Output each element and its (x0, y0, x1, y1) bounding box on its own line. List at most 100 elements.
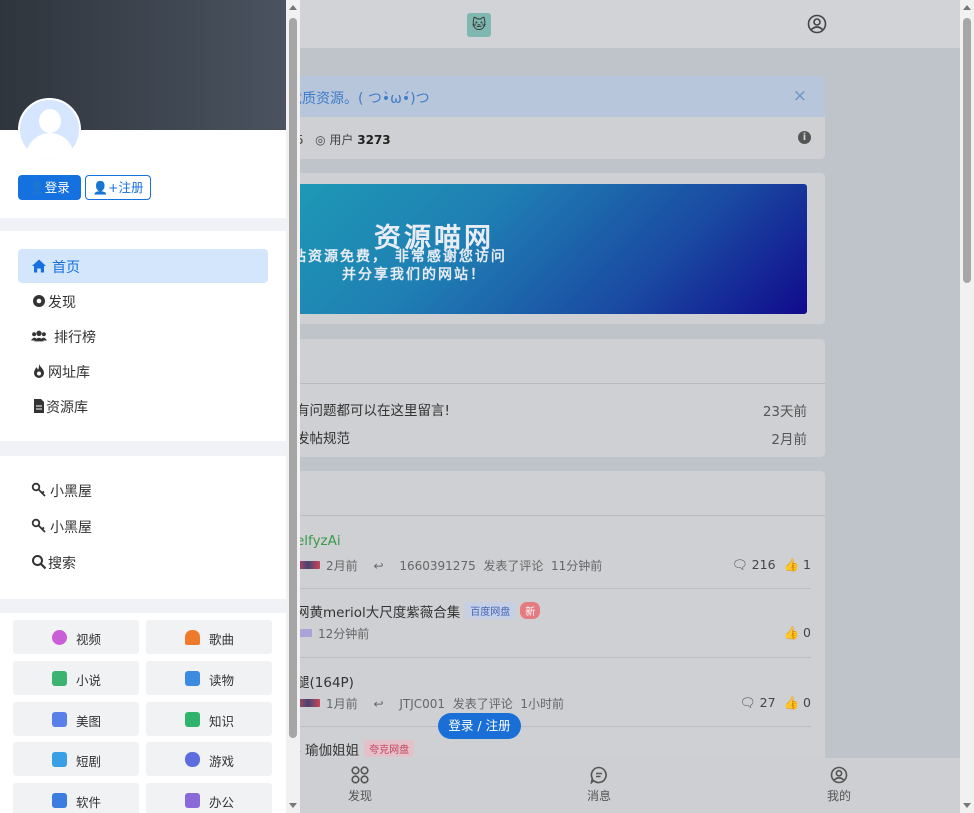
category-games[interactable]: 游戏 (146, 742, 272, 776)
category-songs[interactable]: 歌曲 (146, 620, 272, 654)
banner-subtitle: 站资源免费， 非常感谢您访问 (292, 249, 507, 265)
close-icon[interactable]: × (793, 86, 807, 106)
user-count-value: 3273 (357, 133, 391, 147)
register-button[interactable]: 👤+注册 (85, 175, 151, 200)
scroll-down-icon[interactable] (963, 803, 971, 808)
comment-count: 27 (759, 695, 776, 710)
divider (296, 657, 811, 658)
pinned-posts-card: 有问题都可以在这里留言! 23天前 发帖规范 2月前 (286, 339, 825, 457)
nav-item-blackroom[interactable]: 小黑屋 (18, 509, 268, 543)
divider (296, 726, 811, 727)
user-circle-icon[interactable] (807, 14, 827, 34)
register-label: 注册 (118, 180, 144, 195)
avatar[interactable] (18, 98, 81, 161)
category-office[interactable]: 办公 (146, 783, 272, 813)
pinned-post[interactable]: 有问题都可以在这里留言! 23天前 (286, 399, 825, 421)
post-title[interactable]: 网黄meriol大尺度紫薇合集 百度网盘新 (296, 601, 541, 621)
netdisk-tag: 百度网盘 (465, 602, 516, 619)
reply-icon: ↩ (373, 697, 384, 711)
post-stats: 👍 0 (783, 625, 811, 641)
scroll-down-icon[interactable] (289, 803, 297, 808)
post-title-text: 网黄meriol大尺度紫薇合集 (296, 605, 461, 621)
headphones-icon (185, 630, 200, 645)
divider (286, 383, 825, 384)
like-icon[interactable]: 👍 (783, 625, 799, 640)
post-title[interactable]: elfyzAi (296, 533, 341, 549)
login-button[interactable]: 👤登录 (18, 175, 81, 200)
like-count: 0 (803, 625, 811, 640)
category-video[interactable]: 视频 (13, 620, 139, 654)
category-reading[interactable]: 读物 (146, 661, 272, 695)
comment-icon: 🗨 (739, 695, 756, 710)
netdisk-tag: 夸克网盘 (364, 740, 415, 757)
category-label: 游戏 (209, 754, 235, 769)
nav-item-label: 网址库 (48, 365, 90, 381)
divider (286, 515, 825, 516)
floating-login-button[interactable]: 登录 / 注册 (438, 713, 521, 739)
nav-item-blackroom[interactable]: 小黑屋 (18, 473, 268, 507)
comment-user[interactable]: 1660391275 (399, 559, 475, 573)
comment-count: 216 (751, 557, 776, 572)
nav-item-home[interactable]: 首页 (18, 249, 268, 283)
category-label: 软件 (76, 795, 102, 810)
nav-item-label: 搜索 (48, 556, 76, 572)
user-icon: 👤 (29, 180, 45, 195)
category-images[interactable]: 美图 (13, 702, 139, 736)
comment-icon: 🗨 (731, 557, 748, 572)
category-knowledge[interactable]: 知识 (146, 702, 272, 736)
nav-item-url-library[interactable]: 网址库 (18, 354, 268, 388)
category-software[interactable]: 软件 (13, 783, 139, 813)
scrollbar-thumb[interactable] (963, 18, 971, 283)
open-book-icon (185, 671, 200, 686)
bottom-nav-messages[interactable]: 消息 (569, 766, 629, 804)
site-banner[interactable]: 资源喵网 站资源免费， 非常感谢您访问 并分享我们的网站！ (286, 184, 807, 314)
drawer-scrollbar[interactable] (286, 0, 300, 813)
pinned-post-date: 2月前 (771, 432, 807, 448)
login-label: 登录 (44, 180, 70, 195)
like-icon[interactable]: 👍 (783, 557, 799, 572)
gamepad-icon (185, 752, 200, 767)
comment-user[interactable]: JTJC001 (399, 697, 445, 711)
notice-text: 优质资源。( つ•̀ω•́)つ (288, 91, 430, 107)
notebook-icon (185, 712, 200, 727)
tv-icon (52, 752, 67, 767)
page-scrollbar[interactable] (960, 0, 974, 813)
user-plus-icon: 👤+ (92, 180, 119, 195)
post-stats: 🗨 27 👍 0 (740, 695, 811, 711)
like-count: 0 (803, 695, 811, 710)
like-icon[interactable]: 👍 (783, 695, 799, 710)
post-time: 1月前 (326, 697, 358, 711)
bottom-nav-mine[interactable]: 我的 (809, 766, 869, 804)
category-short-drama[interactable]: 短剧 (13, 742, 139, 776)
scrollbar-thumb[interactable] (289, 18, 297, 738)
post-meta: 2月前 ↩ 1660391275 发表了评论 11分钟前 (296, 557, 602, 574)
scroll-up-icon[interactable] (963, 5, 971, 10)
grid-icon (351, 766, 369, 784)
info-icon[interactable]: i (798, 131, 811, 144)
user-icon (830, 766, 848, 784)
section-gap (0, 599, 286, 613)
scroll-up-icon[interactable] (289, 5, 297, 10)
nav-item-label: 首页 (52, 260, 80, 276)
banner-subtitle-2: 并分享我们的网站！ (342, 267, 486, 283)
nav-item-ranking[interactable]: 排行榜 (18, 319, 268, 353)
category-novels[interactable]: 小说 (13, 661, 139, 695)
section-gap (0, 218, 286, 231)
camera-icon (52, 712, 67, 727)
bottom-nav-discover[interactable]: 发现 (330, 766, 390, 804)
windows-icon (52, 793, 67, 808)
nav-item-discover[interactable]: 发现 (18, 284, 268, 318)
nav-item-label: 发现 (48, 295, 76, 311)
post-meta: 12分钟前 (296, 625, 369, 642)
nav-item-search[interactable]: 搜索 (18, 545, 268, 579)
pinned-post-title[interactable]: 发帖规范 (296, 427, 350, 447)
comment-action: 发表了评论 (452, 697, 513, 711)
comment-action: 发表了评论 (483, 559, 544, 573)
nav-item-resource-library[interactable]: 资源库 (18, 389, 268, 423)
post-title[interactable]: - 瑜伽姐姐 夸克网盘 (296, 739, 415, 759)
site-logo[interactable]: 🐱 (467, 13, 491, 37)
briefcase-icon (185, 793, 200, 808)
post-title[interactable]: 腿(164P) (296, 671, 354, 691)
pinned-post-title[interactable]: 有问题都可以在这里留言! (296, 399, 450, 419)
pinned-post[interactable]: 发帖规范 2月前 (286, 427, 825, 449)
